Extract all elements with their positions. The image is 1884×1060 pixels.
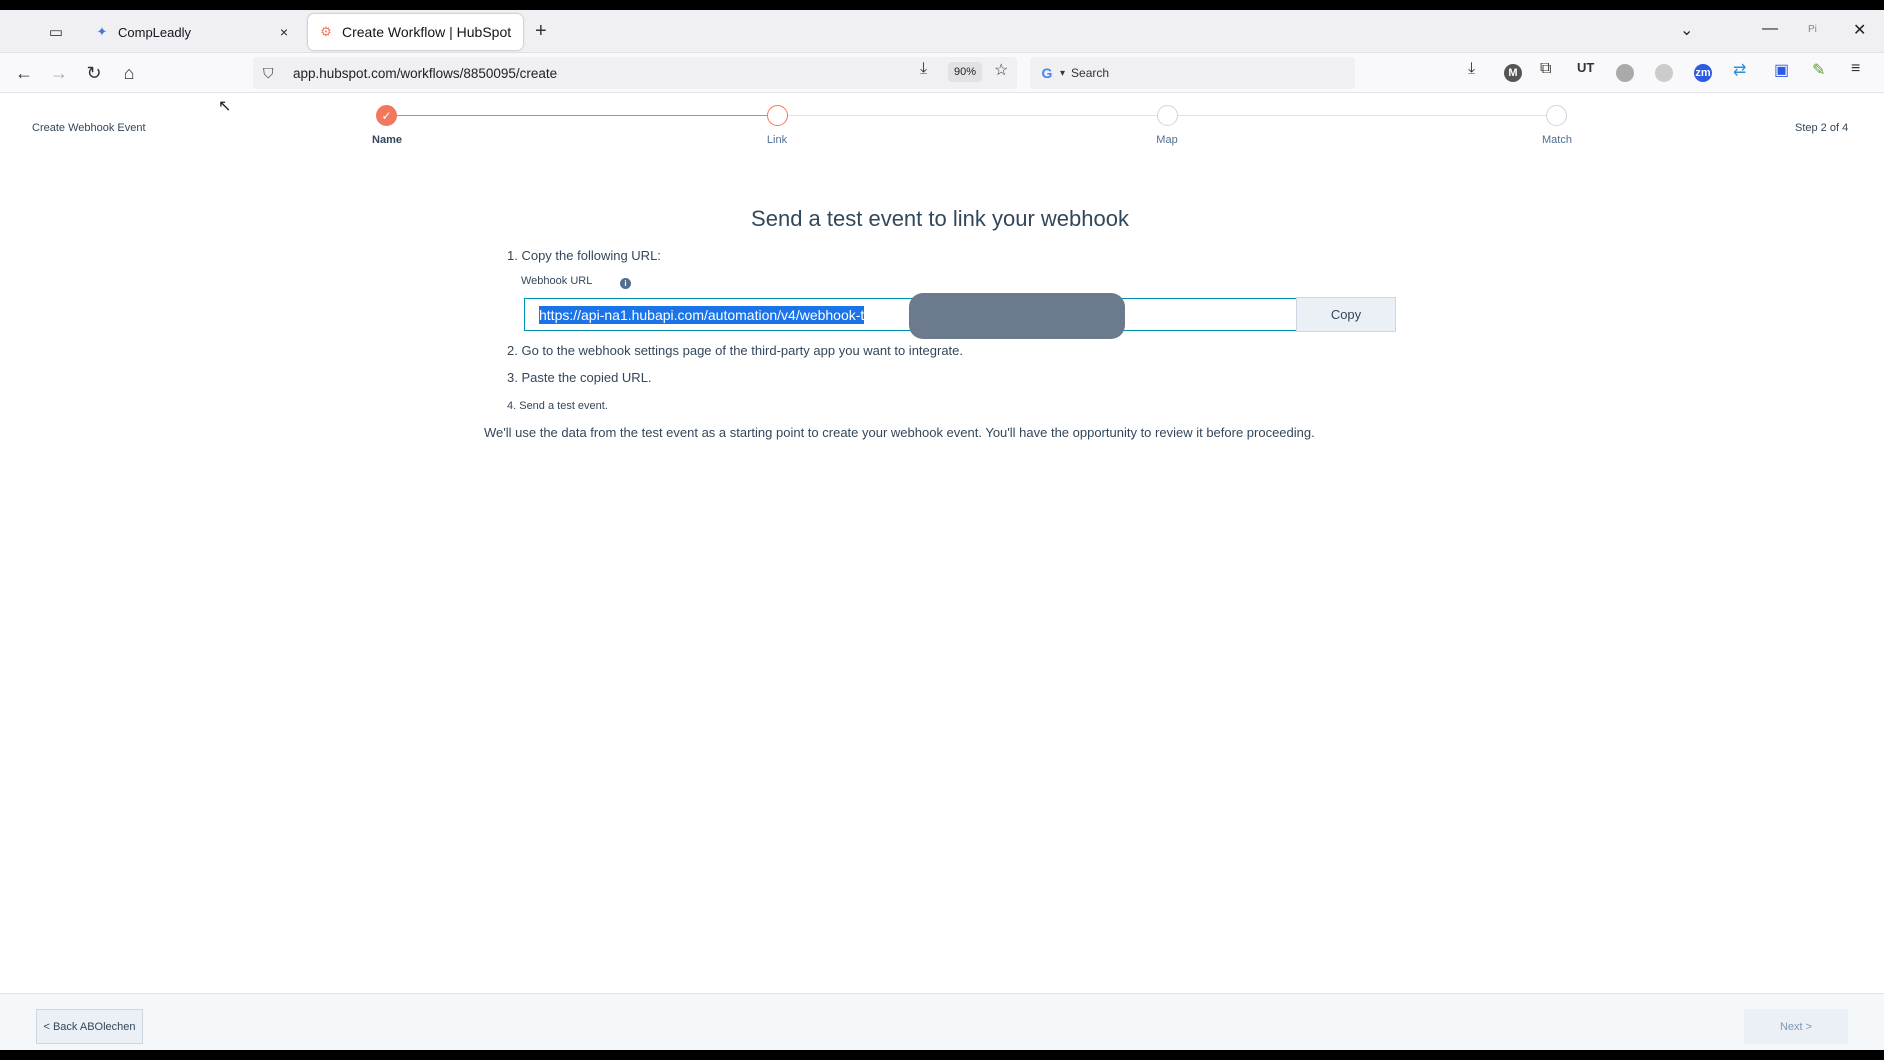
page-breadcrumb: Create Webhook Event <box>32 122 146 134</box>
step-label-name: Name <box>372 134 402 146</box>
address-bar[interactable]: ⛉ app.hubspot.com/workflows/8850095/crea… <box>253 57 1017 89</box>
step-map-dot <box>1157 105 1178 126</box>
google-icon: G <box>1041 65 1053 81</box>
instruction-step-4: 4. Send a test event. <box>507 400 608 412</box>
forward-arrow-icon[interactable]: → <box>47 61 71 85</box>
compleadly-favicon-icon: ✦ <box>96 24 108 39</box>
browser-window: ▭ ✦ CompLeadly × ⚙ Create Workflow | Hub… <box>0 10 1884 1050</box>
instruction-step-2: 2. Go to the webhook settings page of th… <box>507 343 964 358</box>
step-label-link: Link <box>766 134 788 146</box>
search-bar[interactable]: G ▾ Search <box>1030 57 1355 89</box>
navigation-bar: ← → ↻ ⌂ ⛉ app.hubspot.com/workflows/8850… <box>0 53 1884 93</box>
tab-strip: ▭ ✦ CompLeadly × ⚙ Create Workflow | Hub… <box>0 10 1884 53</box>
step-match-dot <box>1546 105 1567 126</box>
extension-pen-icon[interactable]: ✎ <box>1812 60 1825 80</box>
step-name-check-icon: ✓ <box>376 105 397 126</box>
downloads-icon[interactable]: ⤓ <box>1468 60 1475 78</box>
extension-zoom-icon[interactable]: zm <box>1694 64 1712 82</box>
extension-abp-icon[interactable] <box>1616 64 1634 82</box>
mouse-cursor-icon: ↖ <box>218 98 232 115</box>
extension-puzzle-icon[interactable]: ⧉ <box>1540 60 1551 78</box>
instruction-note: We'll use the data from the test event a… <box>484 425 1315 440</box>
footer-bar: < Back ABOlechen Next > <box>0 993 1884 1050</box>
chevron-down-icon[interactable]: ▾ <box>1060 68 1065 79</box>
minimize-button[interactable]: — <box>1762 20 1778 38</box>
close-window-button[interactable]: ✕ <box>1853 20 1866 40</box>
shield-icon[interactable]: ⛉ <box>263 65 281 82</box>
step-link-dot <box>767 105 788 126</box>
extension-ut-icon[interactable]: UT <box>1577 60 1594 75</box>
new-tab-button[interactable]: + <box>535 21 547 41</box>
hubspot-favicon-icon: ⚙ <box>320 24 332 39</box>
profile-badge[interactable]: Pi <box>1808 24 1817 35</box>
home-icon[interactable]: ⌂ <box>117 61 141 85</box>
tab-create-workflow[interactable]: ⚙ Create Workflow | HubSpot X <box>308 14 523 50</box>
instruction-step-1: 1. Copy the following URL: <box>507 248 661 263</box>
search-placeholder: Search <box>1071 66 1110 80</box>
back-button[interactable]: < Back ABOlechen <box>36 1009 143 1044</box>
webhook-url-label: Webhook URL <box>521 275 593 287</box>
copy-button[interactable]: Copy <box>1296 297 1396 332</box>
reload-icon[interactable]: ↻ <box>82 61 106 85</box>
step-label-map: Map <box>1156 134 1178 146</box>
info-icon[interactable]: i <box>620 278 631 289</box>
menu-icon[interactable]: ≡ <box>1851 60 1860 78</box>
bookmark-star-icon[interactable]: ☆ <box>994 60 1008 80</box>
close-tab-icon[interactable]: × <box>276 24 292 40</box>
extension-gray-icon[interactable] <box>1655 64 1673 82</box>
zoom-level[interactable]: 90% <box>948 62 982 82</box>
extension-save-icon[interactable]: ▣ <box>1774 60 1789 80</box>
redaction-overlay <box>909 293 1125 339</box>
workflow-page: Create Webhook Event Step 2 of 4 ✓ Name … <box>0 93 1884 1050</box>
step-counter: Step 2 of 4 <box>1795 122 1849 134</box>
url-text[interactable]: app.hubspot.com/workflows/8850095/create <box>293 66 557 81</box>
save-page-icon[interactable]: ⤓ <box>920 60 927 78</box>
tab-title: Create Workflow | HubSpot X <box>342 24 513 40</box>
extension-sync-icon[interactable]: ⇄ <box>1733 60 1746 80</box>
step-label-match: Match <box>1542 134 1572 146</box>
tab-title: CompLeadly <box>118 24 191 40</box>
page-title: Send a test event to link your webhook <box>751 206 1129 231</box>
back-arrow-icon[interactable]: ← <box>12 61 36 85</box>
progress-line-done <box>397 115 777 116</box>
extension-m-icon[interactable]: M <box>1504 64 1522 82</box>
instruction-step-3: 3. Paste the copied URL. <box>507 370 652 385</box>
webhook-url-value[interactable]: https://api-na1.hubapi.com/automation/v4… <box>539 305 865 324</box>
tab-list-icon[interactable]: ▭ <box>46 22 66 42</box>
tab-compleadly[interactable]: ✦ CompLeadly × <box>84 14 302 50</box>
next-button[interactable]: Next > <box>1744 1009 1848 1044</box>
tab-overflow-chevron-icon[interactable]: ⌄ <box>1680 20 1693 40</box>
